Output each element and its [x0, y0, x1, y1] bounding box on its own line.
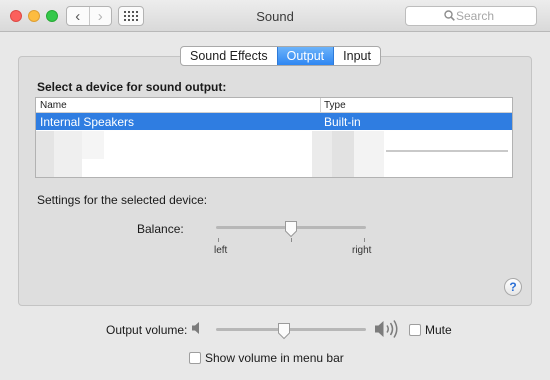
column-header-type[interactable]: Type [324, 100, 346, 111]
search-icon [444, 10, 455, 21]
blurred-region [82, 131, 104, 159]
column-divider [320, 98, 321, 112]
speaker-high-icon [375, 320, 398, 338]
output-device-table[interactable]: Name Type Internal Speakers Built-in [35, 97, 513, 178]
balance-left-label: left [214, 245, 228, 256]
volume-track[interactable] [216, 328, 366, 331]
question-mark-icon: ? [509, 280, 517, 294]
balance-knob[interactable] [284, 220, 298, 238]
table-row-selected[interactable]: Internal Speakers Built-in [36, 113, 512, 130]
search-field[interactable] [405, 6, 537, 26]
mute-label: Mute [425, 323, 452, 337]
device-settings-label: Settings for the selected device: [37, 193, 208, 207]
balance-tick [364, 238, 365, 242]
blurred-region [54, 131, 82, 177]
balance-label: Balance: [137, 222, 184, 236]
divider [386, 150, 508, 152]
search-input[interactable] [456, 9, 534, 23]
mute-checkbox[interactable] [409, 324, 421, 336]
balance-tick [218, 238, 219, 242]
column-header-name[interactable]: Name [40, 100, 67, 111]
balance-right-label: right [352, 245, 372, 256]
device-type: Built-in [324, 115, 361, 129]
tab-output[interactable]: Output [276, 47, 334, 65]
show-volume-in-menu-bar-label: Show volume in menu bar [205, 351, 344, 365]
device-list-heading: Select a device for sound output: [37, 80, 227, 94]
blurred-region [36, 131, 54, 177]
device-name: Internal Speakers [40, 115, 135, 129]
blurred-region [354, 131, 384, 177]
tab-bar: Sound Effects Output Input [180, 46, 381, 66]
output-volume-label: Output volume: [106, 323, 188, 337]
sound-preferences-window: ‹ › Sound Soun [0, 0, 550, 380]
help-button[interactable]: ? [504, 278, 522, 296]
blurred-region [332, 131, 354, 177]
blurred-region [312, 131, 332, 177]
volume-knob[interactable] [277, 322, 291, 340]
balance-tick [291, 238, 292, 242]
speaker-low-icon [192, 322, 199, 334]
show-volume-in-menu-bar-checkbox[interactable] [189, 352, 201, 364]
title-bar: ‹ › Sound [0, 0, 550, 32]
tab-input[interactable]: Input [333, 47, 380, 65]
table-header: Name Type [36, 98, 512, 113]
tab-sound-effects[interactable]: Sound Effects [181, 47, 277, 65]
